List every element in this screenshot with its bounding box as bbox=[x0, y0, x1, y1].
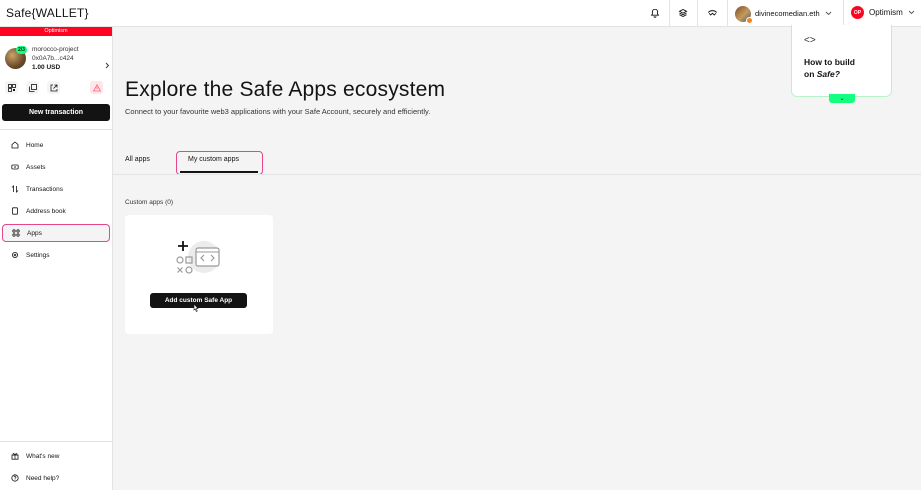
sidebar-item-label: What's new bbox=[26, 452, 60, 460]
code-icon: <> bbox=[804, 35, 816, 46]
walletconnect-icon[interactable] bbox=[703, 4, 721, 22]
layers-icon[interactable] bbox=[674, 4, 692, 22]
chevron-right-icon[interactable] bbox=[102, 57, 113, 73]
home-icon bbox=[10, 140, 20, 150]
header-divider bbox=[843, 0, 844, 27]
cursor-icon bbox=[192, 300, 200, 312]
promo-text-prefix: on bbox=[804, 68, 817, 79]
tabs-divider bbox=[113, 174, 921, 175]
promo-text-line1: How to build bbox=[804, 57, 855, 67]
top-header: Safe{WALLET} divinecomedian.eth OP Optim… bbox=[0, 0, 921, 27]
settings-icon bbox=[10, 250, 20, 260]
qr-code-icon[interactable] bbox=[5, 81, 18, 94]
chevron-down-icon bbox=[908, 8, 915, 17]
safe-address: 0x0A7b...c424 bbox=[32, 55, 74, 62]
safe-name: morocco-project bbox=[32, 46, 79, 53]
account-name: divinecomedian.eth bbox=[755, 9, 820, 18]
wallet-badge-icon bbox=[746, 16, 753, 24]
account-avatar bbox=[735, 5, 753, 24]
sidebar-item-transactions[interactable]: Transactions bbox=[2, 180, 110, 198]
sidebar-item-apps[interactable]: Apps bbox=[2, 224, 110, 242]
main-content: Explore the Safe Apps ecosystem Connect … bbox=[113, 25, 921, 490]
network-selector[interactable]: OP Optimism bbox=[851, 6, 915, 19]
sidebar-item-label: Address book bbox=[26, 207, 66, 215]
copy-icon[interactable] bbox=[26, 81, 39, 94]
brand-logo[interactable]: Safe{WALLET} bbox=[6, 6, 89, 20]
sidebar-item-whats-new[interactable]: What's new bbox=[2, 447, 110, 465]
sidebar-item-label: Need help? bbox=[26, 474, 60, 482]
gift-icon bbox=[10, 451, 20, 461]
sidebar-item-address-book[interactable]: Address book bbox=[2, 202, 110, 220]
sidebar-item-assets[interactable]: Assets bbox=[2, 158, 110, 176]
external-link-icon[interactable] bbox=[47, 81, 60, 94]
sidebar-item-label: Settings bbox=[26, 251, 50, 259]
promo-text: How to build on Safe? bbox=[804, 57, 855, 80]
sidebar-item-settings[interactable]: Settings bbox=[2, 246, 110, 264]
header-divider bbox=[669, 0, 670, 27]
bell-icon[interactable] bbox=[646, 4, 664, 22]
assets-icon bbox=[10, 162, 20, 172]
add-custom-app-card: Add custom Safe App bbox=[125, 215, 273, 334]
tab-my-custom-apps[interactable]: My custom apps bbox=[188, 156, 239, 163]
page-subtitle: Connect to your favourite web3 applicati… bbox=[125, 107, 431, 116]
tab-all-apps[interactable]: All apps bbox=[125, 156, 150, 163]
custom-apps-count: Custom apps (0) bbox=[125, 199, 174, 206]
transactions-icon bbox=[10, 184, 20, 194]
safe-account-info: 2/3 morocco-project 0x0A7b...c424 1.00 U… bbox=[5, 44, 113, 74]
page-title: Explore the Safe Apps ecosystem bbox=[125, 78, 446, 101]
sidebar-divider bbox=[0, 441, 112, 442]
active-tab-indicator bbox=[180, 171, 258, 173]
chevron-down-icon bbox=[825, 9, 832, 18]
sidebar-item-label: Assets bbox=[26, 163, 46, 171]
chain-indicator: Optimism bbox=[0, 27, 112, 36]
sidebar-item-label: Transactions bbox=[26, 185, 63, 193]
threshold-badge: 2/3 bbox=[16, 46, 27, 54]
sidebar-item-home[interactable]: Home bbox=[2, 136, 110, 154]
address-book-icon bbox=[10, 206, 20, 216]
promo-text-emphasis: Safe? bbox=[816, 68, 840, 79]
sidebar-divider bbox=[0, 129, 112, 130]
optimism-logo: OP bbox=[851, 6, 864, 19]
account-menu[interactable]: divinecomedian.eth bbox=[735, 5, 832, 24]
how-to-build-promo[interactable]: <> How to build on Safe? ⌄ bbox=[791, 25, 892, 103]
apps-icon bbox=[11, 228, 21, 238]
quick-actions bbox=[5, 81, 107, 94]
new-transaction-button[interactable]: New transaction bbox=[2, 104, 110, 121]
custom-app-illustration-icon bbox=[175, 239, 223, 277]
sidebar-item-label: Home bbox=[26, 141, 44, 149]
sidebar-item-help[interactable]: Need help? bbox=[2, 469, 110, 487]
collapse-icon[interactable]: ⌄ bbox=[829, 94, 855, 103]
warning-icon[interactable] bbox=[90, 81, 103, 94]
network-name: Optimism bbox=[869, 8, 903, 17]
help-icon bbox=[10, 473, 20, 483]
sidebar-item-label: Apps bbox=[27, 229, 42, 237]
header-divider bbox=[697, 0, 698, 27]
sidebar: Optimism 2/3 morocco-project 0x0A7b...c4… bbox=[0, 27, 113, 490]
header-divider bbox=[727, 0, 728, 27]
safe-balance: 1.00 USD bbox=[32, 64, 61, 71]
